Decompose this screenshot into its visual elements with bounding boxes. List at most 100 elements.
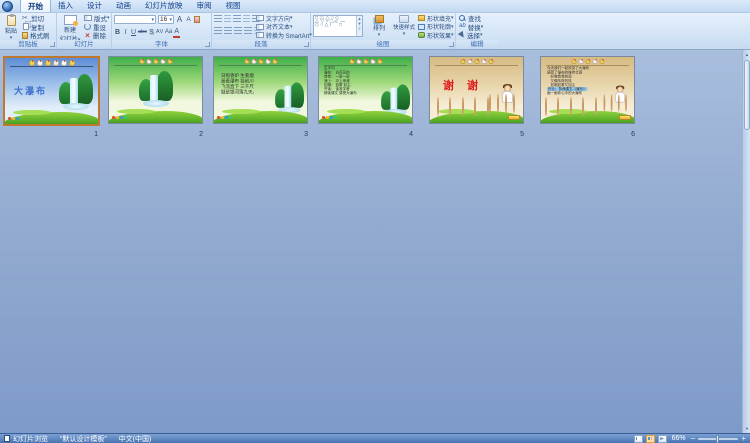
slide-3-canvas[interactable]: 日照香炉 生紫烟 遥看瀑布 挂前川 飞流直下 三千尺 疑是银河落九天。 xyxy=(213,56,308,124)
slide-1-title: 大瀑布 xyxy=(14,84,47,97)
slideshow-view-button[interactable] xyxy=(658,435,667,443)
quick-styles-icon xyxy=(399,15,409,23)
slide-page-icon xyxy=(4,435,10,442)
slide-thumbnail-5[interactable]: 谢 谢 xyxy=(429,56,528,140)
character-spacing-button[interactable]: AV xyxy=(156,28,164,37)
ribbon-group-drawing: □ ▭ △ ○ ◇ ⌒ △ ▽ ○ □ ☆ — ◇ ○ △ / ⌒ □ ▲▼≡ … xyxy=(311,13,456,49)
change-case-button[interactable]: Aa xyxy=(165,28,172,37)
tab-review[interactable]: 审阅 xyxy=(190,0,219,12)
waterfall-illustration xyxy=(59,72,93,110)
shape-outline-icon xyxy=(418,24,425,30)
zoom-slider[interactable] xyxy=(698,438,738,440)
slide-sorter-area[interactable]: 大瀑布 1 xyxy=(0,50,750,433)
ribbon: 粘贴 ▾ 剪切 复制 格式刷 xyxy=(0,13,750,50)
tab-animations[interactable]: 动画 xyxy=(109,0,138,12)
replace-icon: ab xyxy=(459,23,466,30)
slide-thumbnail-3[interactable]: 日照香炉 生紫烟 遥看瀑布 挂前川 飞流直下 三千尺 疑是银河落九天。 3 xyxy=(213,56,312,140)
tab-insert[interactable]: 插入 xyxy=(51,0,80,12)
slide-5-canvas[interactable]: 谢 谢 xyxy=(429,56,524,124)
format-painter-button[interactable]: 格式刷 xyxy=(22,31,50,40)
tab-design[interactable]: 设计 xyxy=(80,0,109,12)
decrease-indent-button[interactable] xyxy=(233,15,241,22)
font-size-combobox[interactable]: 16 ▾ xyxy=(158,15,174,24)
shape-effects-label: 形状效果 xyxy=(427,31,451,40)
arrange-icon xyxy=(375,15,384,23)
scroll-up-icon[interactable]: ▲ xyxy=(743,50,750,59)
format-painter-icon xyxy=(22,32,28,39)
justify-button[interactable] xyxy=(244,27,252,34)
numbering-button[interactable] xyxy=(224,15,231,22)
slide-sorter-view-button[interactable] xyxy=(646,435,655,443)
office-orb-icon[interactable] xyxy=(2,1,13,12)
paste-button[interactable]: 粘贴 ▾ xyxy=(2,14,20,42)
align-right-button[interactable] xyxy=(234,27,242,34)
zoom-slider-thumb[interactable] xyxy=(716,435,719,443)
slide-2-canvas[interactable] xyxy=(108,56,203,124)
dialog-launcher-icon[interactable] xyxy=(304,42,309,47)
format-painter-label: 格式刷 xyxy=(30,30,50,40)
normal-view-button[interactable] xyxy=(634,435,643,443)
birds-decoration xyxy=(571,59,604,64)
align-text-button[interactable]: 对齐文本▾ xyxy=(256,23,312,32)
shapes-gallery-scrollbar[interactable]: ▲▼≡ xyxy=(356,16,362,36)
dialog-launcher-icon[interactable] xyxy=(449,42,454,47)
align-left-button[interactable] xyxy=(214,27,222,34)
quick-styles-button[interactable]: 快速样式 ▾ xyxy=(391,14,417,38)
italic-button[interactable]: I xyxy=(122,28,129,37)
new-slide-label-1: 新建 xyxy=(64,25,76,34)
slide-1-canvas[interactable]: 大瀑布 xyxy=(3,56,100,126)
bird-wire-decoration xyxy=(114,65,197,66)
delete-slide-button[interactable]: × 删除 xyxy=(84,31,110,40)
select-button[interactable]: 选择▾ xyxy=(459,31,483,40)
dialog-launcher-icon[interactable] xyxy=(205,42,210,47)
vertical-scrollbar[interactable]: ▲ ▼ xyxy=(742,50,750,433)
drawing-group-label: 绘图 xyxy=(377,41,390,48)
clear-formatting-button[interactable] xyxy=(194,16,200,23)
shape-effects-button[interactable]: 形状效果▾ xyxy=(418,31,454,40)
arrange-button[interactable]: 排列 ▾ xyxy=(369,14,389,39)
shrink-font-button[interactable]: A xyxy=(185,15,192,24)
underline-button[interactable]: U xyxy=(130,28,137,37)
font-color-button[interactable]: A xyxy=(173,27,180,38)
ribbon-group-paragraph: 文字方向▾ 对齐文本▾ 转换为 SmartArt▾ 段落 xyxy=(212,13,311,49)
dialog-launcher-icon[interactable] xyxy=(50,42,55,47)
bold-button[interactable]: B xyxy=(114,28,121,37)
chevron-down-icon: ▾ xyxy=(151,17,154,23)
slide-thumbnail-2[interactable]: 2 xyxy=(108,56,207,140)
teacher-and-children-illustration xyxy=(603,86,632,111)
text-shadow-button[interactable]: S xyxy=(148,28,155,37)
strikethrough-button[interactable]: abc xyxy=(138,28,147,37)
tab-home[interactable]: 开始 xyxy=(20,0,51,12)
slide-thumbnail-1[interactable]: 大瀑布 1 xyxy=(3,56,102,140)
text-direction-button[interactable]: 文字方向▾ xyxy=(256,14,312,23)
shape-fill-button[interactable]: 形状填充▾ xyxy=(418,14,454,23)
ribbon-tab-bar: 开始 插入 设计 动画 幻灯片放映 审阅 视图 xyxy=(0,0,750,13)
tab-view[interactable]: 视图 xyxy=(219,0,248,12)
birds-decoration xyxy=(244,59,277,64)
convert-smartart-button[interactable]: 转换为 SmartArt▾ xyxy=(256,31,312,40)
scroll-down-icon[interactable]: ▼ xyxy=(743,424,750,433)
tab-slideshow[interactable]: 幻灯片放映 xyxy=(138,0,190,12)
chevron-down-icon: ▾ xyxy=(169,17,172,23)
slide-5-title: 谢 谢 xyxy=(443,77,483,93)
scrollbar-thumb[interactable] xyxy=(744,60,750,130)
font-name-combobox[interactable]: ▾ xyxy=(114,15,156,24)
increase-indent-button[interactable] xyxy=(243,15,250,22)
slide-4-canvas[interactable]: 生字词 瀑布： 白花花的 叠叠： 一层一层 涌上： 冲上岸滩 如烟： 如雾 如尘… xyxy=(318,56,413,124)
shape-outline-button[interactable]: 形状轮廓▾ xyxy=(418,23,454,32)
bird-wire-decoration xyxy=(10,66,93,67)
align-center-button[interactable] xyxy=(224,27,232,34)
mini-logo-decoration xyxy=(322,116,337,119)
grow-font-button[interactable]: A xyxy=(176,15,183,24)
slide-thumbnail-4[interactable]: 生字词 瀑布： 白花花的 叠叠： 一层一层 涌上： 冲上岸滩 如烟： 如雾 如尘… xyxy=(318,56,417,140)
zoom-level-value[interactable]: 66% xyxy=(672,435,686,442)
shapes-gallery[interactable]: □ ▭ △ ○ ◇ ⌒ △ ▽ ○ □ ☆ — ◇ ○ △ / ⌒ □ ▲▼≡ xyxy=(313,15,363,37)
zoom-out-button[interactable]: − xyxy=(691,435,696,443)
zoom-in-button[interactable]: + xyxy=(741,435,746,443)
birds-decoration xyxy=(139,59,172,64)
language-label[interactable]: 中文(中国) xyxy=(119,434,152,443)
slide-thumbnail-6[interactable]: 今天我们一起欣赏了大瀑布 感受了瀑布的雄伟壮观 好像叠叠的浪 又像阵阵的风 如烟… xyxy=(540,56,639,140)
slide-6-canvas[interactable]: 今天我们一起欣赏了大瀑布 感受了瀑布的雄伟壮观 好像叠叠的浪 又像阵阵的风 如烟… xyxy=(540,56,635,124)
ribbon-group-slides: 新建 幻灯片▾ 版式▾ 重设 × 删除 xyxy=(57,13,112,49)
bullets-button[interactable] xyxy=(214,15,222,22)
